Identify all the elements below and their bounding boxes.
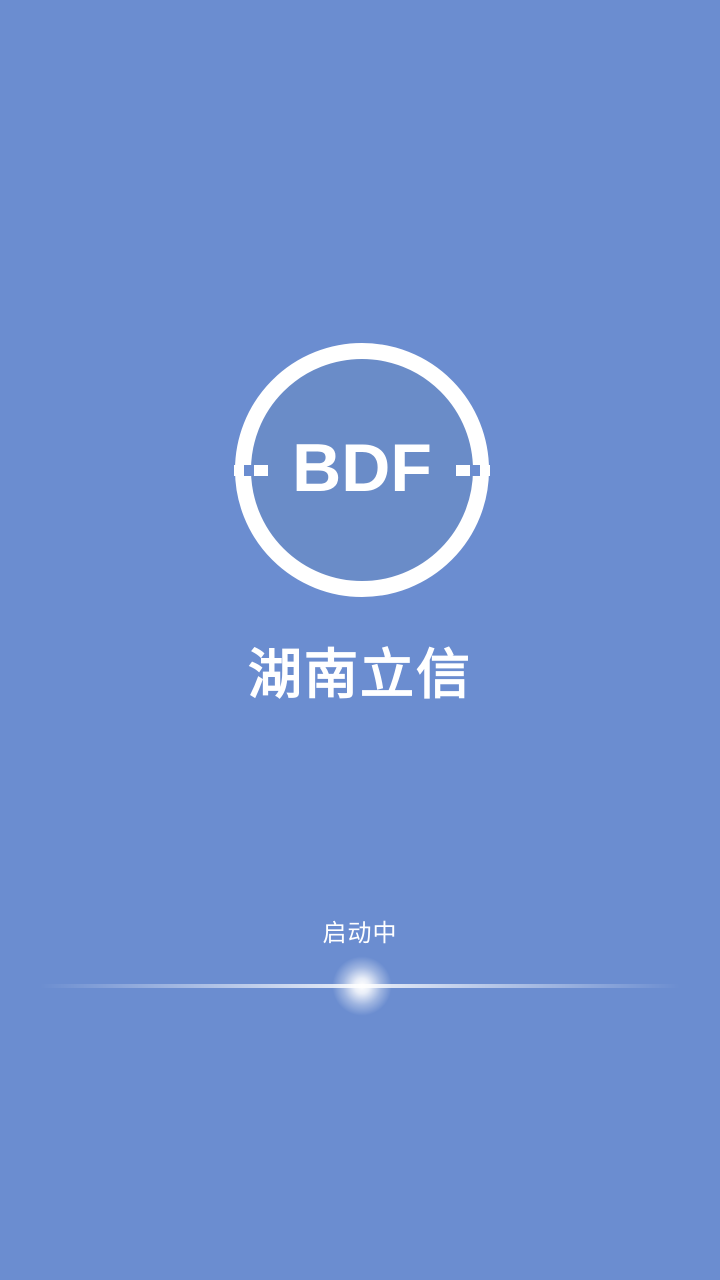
loading-glow-icon xyxy=(332,956,392,1016)
loading-status-text: 启动中 xyxy=(322,919,398,947)
logo-text: BDF xyxy=(292,430,432,506)
app-name: 湖南立信 xyxy=(248,643,472,706)
bdf-logo-icon: BDF xyxy=(234,342,490,598)
splash-screen: BDF 湖南立信 启动中 xyxy=(0,0,720,1280)
